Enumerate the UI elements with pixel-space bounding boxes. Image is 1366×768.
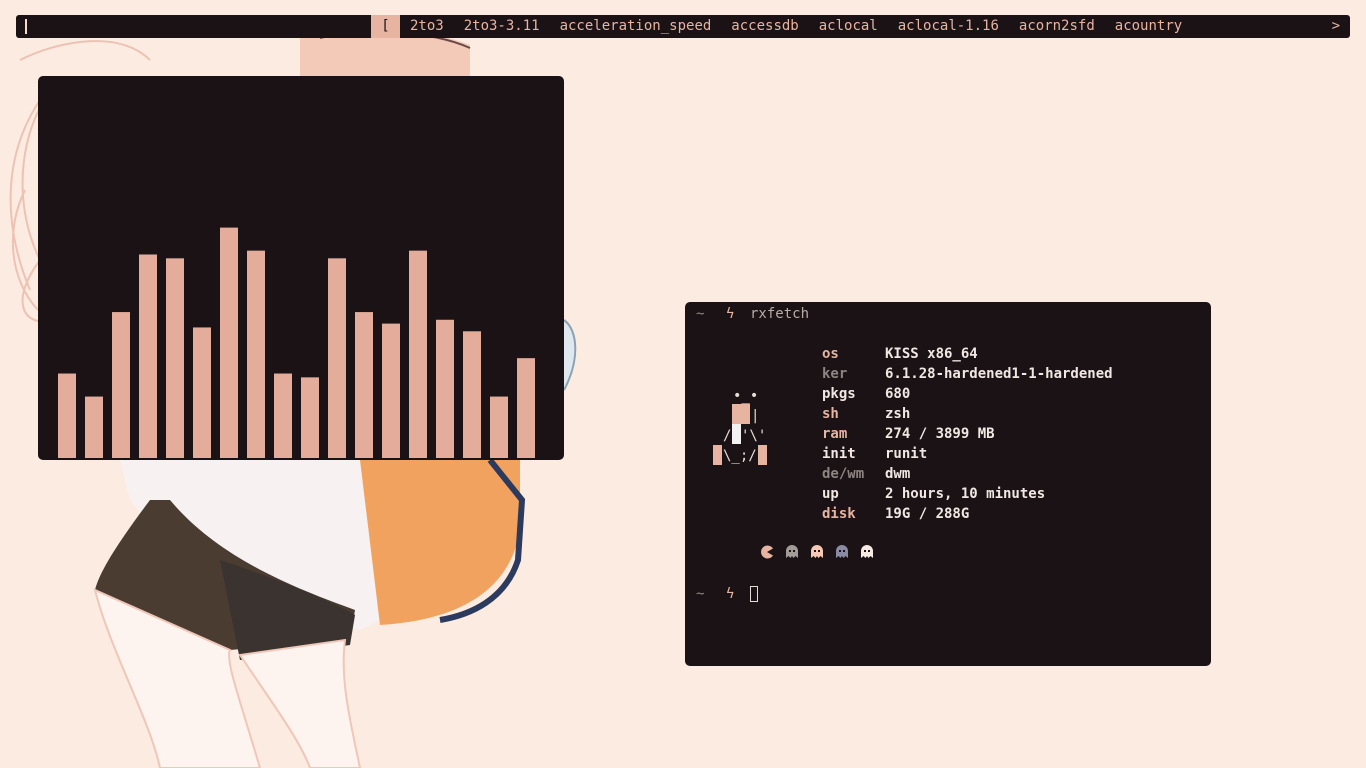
dmenu-item[interactable]: acorn2sfd <box>1019 15 1095 38</box>
visualizer-bar <box>139 254 157 458</box>
sysinfo-list: os KISS x86_64 ker 6.1.28-hardened1-1-ha… <box>822 344 1113 524</box>
dmenu-item[interactable]: aclocal-1.16 <box>898 15 999 38</box>
visualizer-bar <box>463 331 481 458</box>
info-row-dewm: de/wm dwm <box>822 464 1113 484</box>
prompt-tilde: ~ <box>696 586 705 602</box>
visualizer-bar <box>409 250 427 458</box>
info-key: pkgs <box>822 386 856 402</box>
info-value: 6.1.28-hardened1-1-hardened <box>885 366 1113 382</box>
info-key: ram <box>822 426 848 442</box>
info-key: ker <box>822 366 848 382</box>
info-key: init <box>822 446 856 462</box>
visualizer-bar <box>220 227 238 458</box>
info-row-disk: disk 19G / 288G <box>822 504 1113 524</box>
visualizer-bar <box>355 312 373 458</box>
kiss-logo-icon: •_• | / '\' \_;/ <box>713 388 767 465</box>
dmenu-item[interactable]: aclocal <box>819 15 878 38</box>
ghost-icon <box>861 545 873 558</box>
info-row-pkgs: pkgs 680 <box>822 384 1113 404</box>
dmenu-item[interactable]: 2to3 <box>410 15 444 38</box>
info-value: zsh <box>885 406 911 422</box>
visualizer-bar <box>517 358 535 458</box>
dmenu-item[interactable]: 2to3-3.11 <box>464 15 540 38</box>
dmenu-item[interactable]: acountry <box>1115 15 1182 38</box>
info-value: dwm <box>885 466 911 482</box>
info-value: runit <box>885 446 928 462</box>
visualizer-bar <box>247 250 265 458</box>
info-value: 680 <box>885 386 911 402</box>
visualizer-bar <box>58 373 76 458</box>
visualizer-bar <box>85 396 103 458</box>
prompt-line-active[interactable]: ~ ϟ <box>696 584 758 604</box>
visualizer-bar <box>112 312 130 458</box>
info-row-init: init runit <box>822 444 1113 464</box>
visualizer-bar <box>490 396 508 458</box>
info-row-ram: ram 274 / 3899 MB <box>822 424 1113 444</box>
visualizer-bar <box>274 373 292 458</box>
dmenu-bar[interactable]: [ 2to3 2to3-3.11 acceleration_speed acce… <box>16 15 1350 38</box>
dmenu-item[interactable]: acceleration_speed <box>560 15 712 38</box>
info-value: KISS x86_64 <box>885 346 978 362</box>
info-row-os: os KISS x86_64 <box>822 344 1113 364</box>
svg-text:/: / <box>723 428 731 444</box>
dmenu-more-indicator[interactable]: > <box>1332 15 1340 38</box>
visualizer-bar <box>193 327 211 458</box>
command-text: rxfetch <box>750 306 810 322</box>
text-cursor <box>25 19 27 34</box>
svg-text:|: | <box>751 408 759 424</box>
visualizer-bar <box>328 258 346 458</box>
dmenu-open-bracket: [ <box>371 15 400 38</box>
lightning-icon: ϟ <box>726 306 735 322</box>
svg-text:'\': '\' <box>741 428 766 444</box>
pacman-icon <box>761 545 773 559</box>
prompt-tilde: ~ <box>696 306 705 322</box>
info-row-up: up 2 hours, 10 minutes <box>822 484 1113 504</box>
prompt-line: ~ ϟ rxfetch <box>696 304 809 324</box>
lightning-icon: ϟ <box>726 586 735 602</box>
audio-visualizer-window[interactable] <box>38 76 564 460</box>
info-key: up <box>822 486 839 502</box>
color-palette-row <box>760 545 874 559</box>
visualizer-bar <box>166 258 184 458</box>
svg-text:•_•: •_• <box>733 388 758 404</box>
info-row-ker: ker 6.1.28-hardened1-1-hardened <box>822 364 1113 384</box>
svg-text:\_;/: \_;/ <box>723 448 757 464</box>
visualizer-bar <box>436 319 454 458</box>
ghost-icon <box>786 545 798 558</box>
info-key: sh <box>822 406 839 422</box>
info-value: 19G / 288G <box>885 506 970 522</box>
ghost-icon <box>836 545 848 558</box>
ghost-icon <box>811 545 823 558</box>
dmenu-item[interactable]: accessdb <box>731 15 798 38</box>
info-value: 274 / 3899 MB <box>885 426 995 442</box>
visualizer-bars <box>58 227 535 458</box>
terminal-window[interactable]: ~ ϟ rxfetch •_• | / '\' \_;/ os KISS x86… <box>685 302 1211 666</box>
visualizer-bar <box>382 323 400 458</box>
info-key: disk <box>822 506 856 522</box>
info-key: os <box>822 346 839 362</box>
terminal-cursor[interactable] <box>750 586 758 602</box>
dmenu-items: 2to3 2to3-3.11 acceleration_speed access… <box>410 15 1202 38</box>
visualizer-bar <box>301 377 319 458</box>
info-value: 2 hours, 10 minutes <box>885 486 1046 502</box>
info-key: de/wm <box>822 466 865 482</box>
info-row-sh: sh zsh <box>822 404 1113 424</box>
